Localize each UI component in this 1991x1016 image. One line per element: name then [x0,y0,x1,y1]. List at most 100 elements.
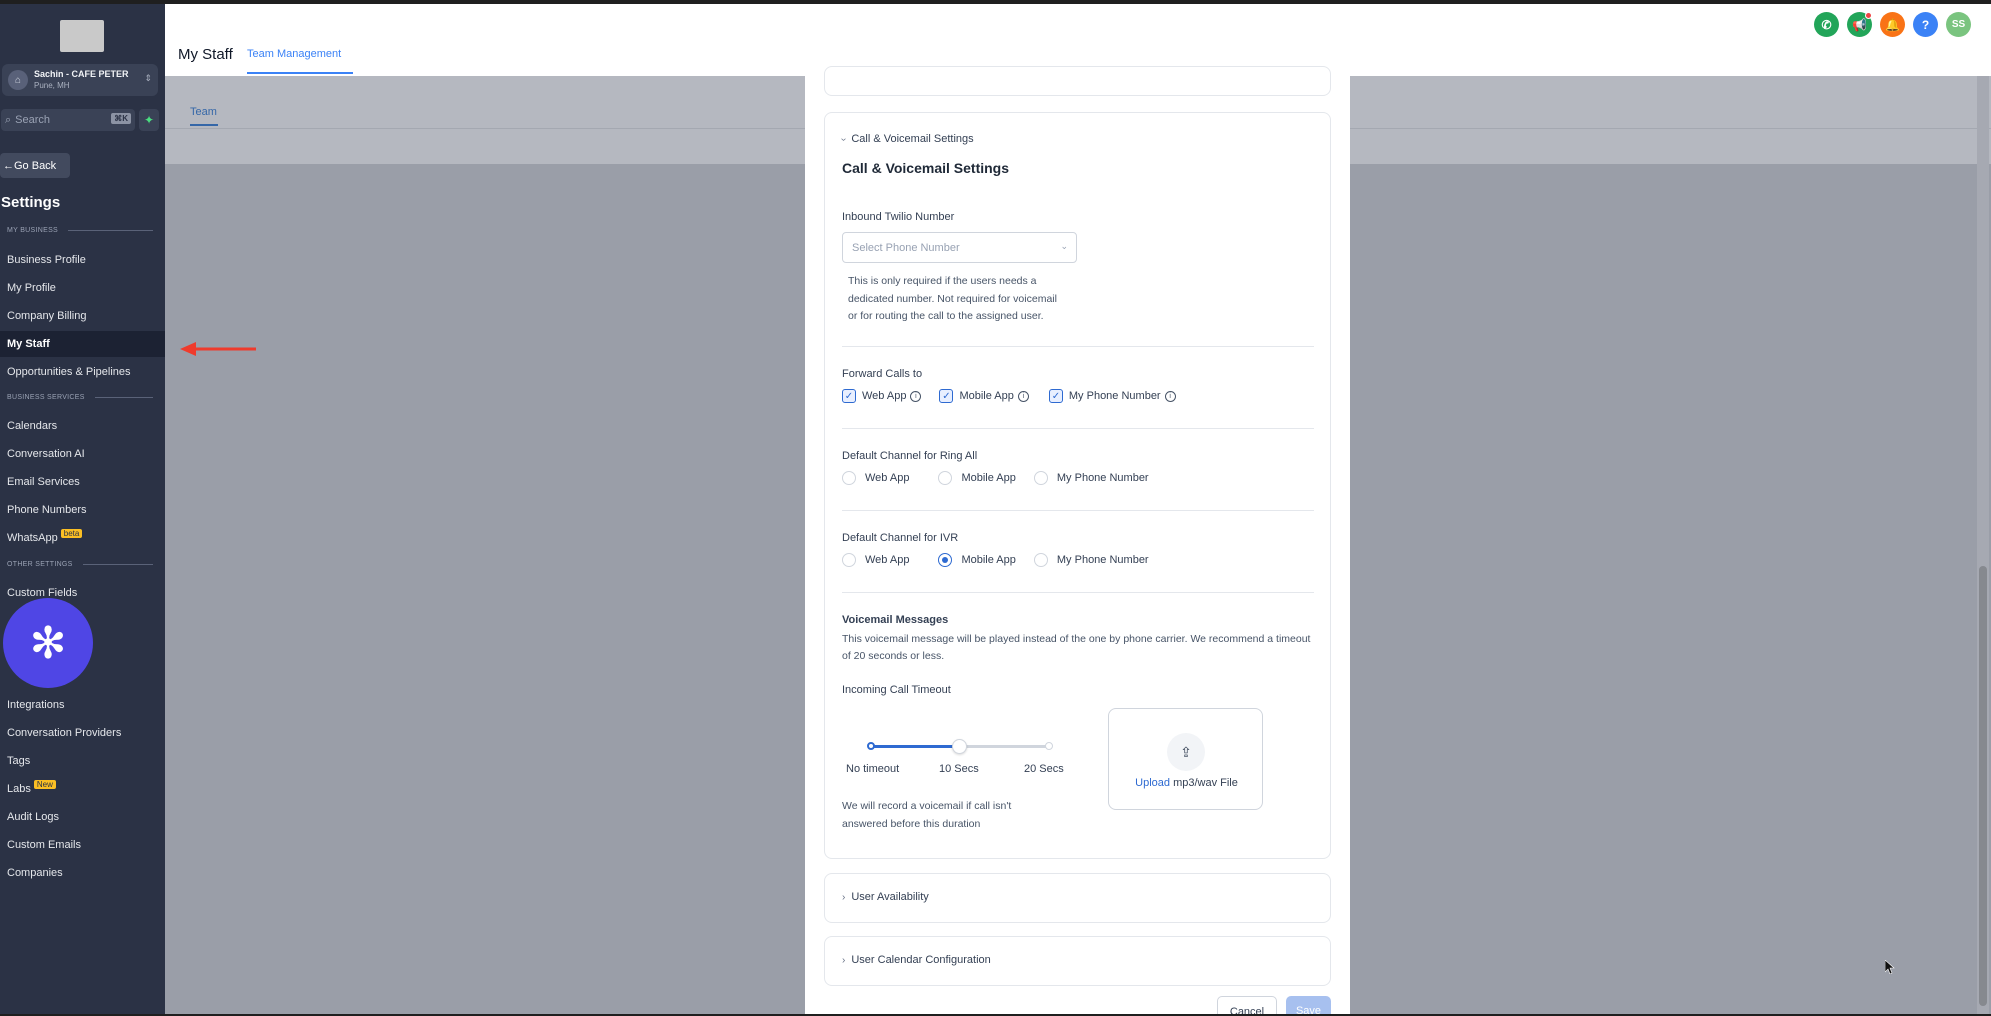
sidebar-item-audit-logs[interactable]: Audit Logs [0,804,165,830]
sidebar-item-opportunities-pipelines[interactable]: Opportunities & Pipelines [0,359,165,385]
sidebar-item-conversation-ai[interactable]: Conversation AI [0,441,165,467]
info-icon[interactable]: i [1164,390,1176,402]
checkmark-icon: ✓ [1048,389,1063,403]
inbound-number-select[interactable]: Select Phone Number ⌄ [842,232,1077,263]
section-other-settings: OTHER SETTINGS [7,561,153,568]
chevron-right-icon: › [842,954,846,966]
tab-team[interactable]: Team [190,106,217,118]
voicemail-upload-dropzone[interactable]: ⇪ Upload mp3/wav File [1108,708,1263,810]
forward-my-phone-checkbox[interactable]: ✓ My Phone Number i [1048,389,1176,403]
inbound-number-label: Inbound Twilio Number [842,211,955,223]
search-icon: ⌕ [5,113,12,126]
forward-web-app-checkbox[interactable]: ✓ Web App i [842,389,922,403]
forward-calls-options: ✓ Web App i ✓ Mobile App i ✓ My Phone Number i [842,389,1192,403]
upload-text: Upload mp3/wav File [1135,777,1238,789]
tab-team-underline [190,124,218,126]
timeout-note: We will record a voicemail if call isn't… [842,800,1012,830]
sidebar-item-conversation-providers[interactable]: Conversation Providers [0,720,165,746]
divider [842,428,1314,429]
sidebar-item-calendars[interactable]: Calendars [0,413,165,439]
sidebar-item-tags[interactable]: Tags [0,748,165,774]
chevron-right-icon: › [842,891,846,903]
ivr-web-app-radio[interactable]: Web App [842,553,909,567]
megaphone-icon[interactable]: 📢 [1847,12,1872,37]
ring-all-label: Default Channel for Ring All [842,450,978,462]
slider-start-dot [867,742,875,750]
divider [842,346,1314,347]
ring-all-my-phone-radio[interactable]: My Phone Number [1033,471,1149,485]
phone-icon[interactable]: ✆ [1814,12,1839,37]
cancel-button[interactable]: Cancel [1217,996,1277,1014]
sidebar-item-company-billing[interactable]: Company Billing [0,303,165,329]
sidebar-item-business-profile[interactable]: Business Profile [0,247,165,273]
ivr-my-phone-radio[interactable]: My Phone Number [1033,553,1149,567]
edit-user-drawer: › Call & Voicemail Settings Call & Voice… [805,66,1350,1014]
company-logo [60,20,104,52]
assistant-fab-icon[interactable]: ✻ [3,598,93,688]
forward-calls-label: Forward Calls to [842,368,923,380]
go-back-label: Go Back [14,159,57,172]
section-business-services: BUSINESS SERVICES [7,394,153,401]
user-availability-card[interactable]: › User Availability [824,873,1331,923]
sparkle-icon[interactable]: ✦ [139,109,159,131]
save-button[interactable]: Save [1286,996,1331,1014]
account-location: Pune, MH [34,81,70,90]
scrollbar-thumb[interactable] [1979,566,1987,1006]
search-shortcut: ⌘K [111,113,131,124]
tab-team-management[interactable]: Team Management [247,48,341,60]
new-badge: New [33,779,56,789]
user-avatar[interactable]: SS [1946,12,1971,37]
sidebar-item-my-profile[interactable]: My Profile [0,275,165,301]
slider-handle[interactable] [952,739,967,754]
sidebar-item-email-services[interactable]: Email Services [0,469,165,495]
sidebar-item-custom-fields[interactable]: Custom Fields [0,580,165,606]
ring-all-web-app-radio[interactable]: Web App [842,471,909,485]
sidebar-item-my-staff[interactable]: My Staff [0,331,165,357]
previous-section-card [824,66,1331,96]
info-icon[interactable]: i [1017,390,1029,402]
timeout-slider[interactable] [867,738,1053,754]
ring-all-mobile-app-radio[interactable]: Mobile App [938,471,1016,485]
settings-title: Settings [1,194,61,211]
sidebar-item-labs[interactable]: Labs New [0,776,165,802]
sidebar-item-companies[interactable]: Companies [0,860,165,886]
search-input[interactable]: ⌕ Search ⌘K [1,109,135,131]
cloud-upload-icon: ⇪ [1167,733,1205,771]
timeout-label: Incoming Call Timeout [842,684,951,696]
ivr-options: Web App Mobile App My Phone Number [842,553,1165,567]
ivr-mobile-app-radio[interactable]: Mobile App [938,553,1016,567]
user-availability-toggle[interactable]: › User Availability [842,891,929,903]
sidebar-item-custom-emails[interactable]: Custom Emails [0,832,165,858]
section-my-business: MY BUSINESS [7,227,153,234]
bell-icon[interactable]: 🔔 [1880,12,1905,37]
sidebar-item-phone-numbers[interactable]: Phone Numbers [0,497,165,523]
sidebar: ⌂ Sachin - CAFE PETER Pune, MH ⇕ ⌕ Searc… [0,4,165,1014]
info-icon[interactable]: i [910,390,922,402]
voicemail-label: Voicemail Messages [842,614,949,626]
upload-link[interactable]: Upload [1135,777,1170,789]
help-icon[interactable]: ? [1913,12,1938,37]
voicemail-description: This voicemail message will be played in… [842,633,1311,662]
annotation-arrow-icon [180,342,256,356]
account-switcher[interactable]: ⌂ Sachin - CAFE PETER Pune, MH ⇕ [2,64,158,96]
divider [842,510,1314,511]
sidebar-item-whatsapp[interactable]: WhatsApp beta [0,525,165,551]
mouse-cursor-icon [1885,960,1895,974]
sidebar-item-integrations[interactable]: Integrations [0,692,165,718]
user-calendar-toggle[interactable]: › User Calendar Configuration [842,954,991,966]
checkmark-icon: ✓ [842,389,856,403]
slider-tick-20: 20 Secs [1024,763,1064,775]
app-window: ⌂ Sachin - CAFE PETER Pune, MH ⇕ ⌕ Searc… [0,4,1991,1014]
call-voicemail-card: › Call & Voicemail Settings Call & Voice… [824,112,1331,859]
divider [842,592,1314,593]
ring-all-options: Web App Mobile App My Phone Number [842,471,1165,485]
user-calendar-card[interactable]: › User Calendar Configuration [824,936,1331,986]
slider-fill [870,745,960,748]
location-icon: ⌂ [8,70,28,90]
page-scrollbar[interactable] [1977,76,1989,1014]
forward-mobile-app-checkbox[interactable]: ✓ Mobile App i [939,389,1029,403]
go-back-button[interactable]: ← Go Back [0,153,70,178]
call-voicemail-toggle[interactable]: › Call & Voicemail Settings [838,133,973,145]
section-heading: Call & Voicemail Settings [842,160,1010,176]
chevron-down-icon: ⌄ [1060,241,1068,251]
